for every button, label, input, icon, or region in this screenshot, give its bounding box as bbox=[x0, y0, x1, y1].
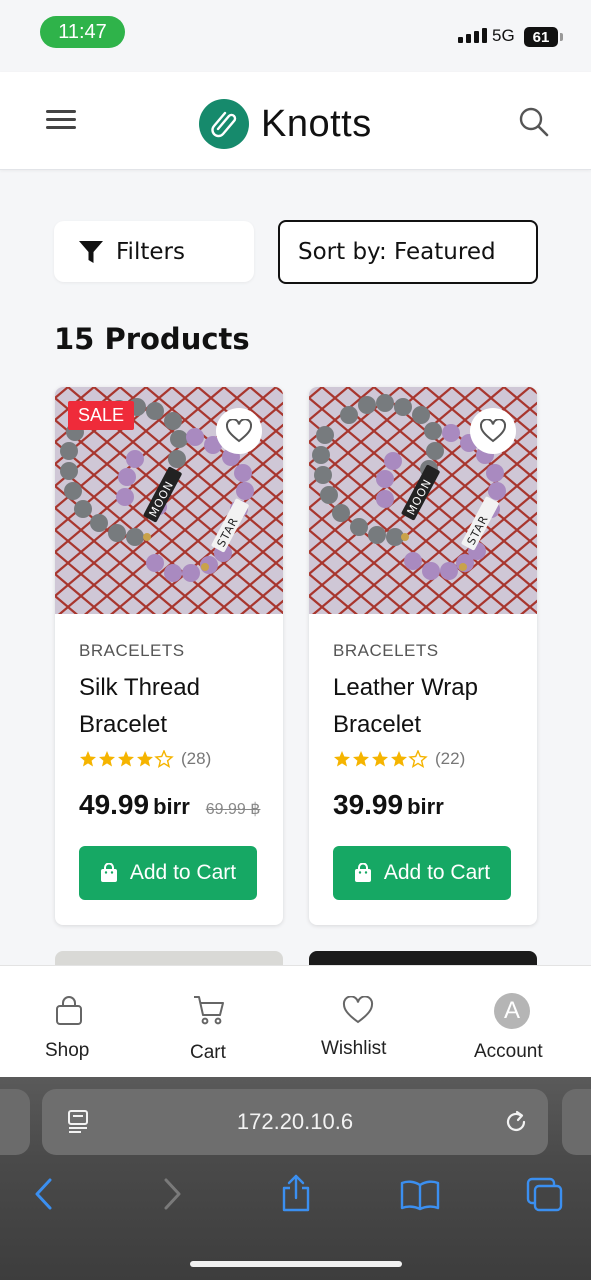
back-arrow-icon[interactable] bbox=[32, 1177, 56, 1211]
nav-wishlist[interactable]: Wishlist bbox=[314, 966, 402, 1078]
star-rating-icon bbox=[79, 750, 174, 768]
product-name[interactable]: Leather Wrap Bracelet bbox=[333, 669, 523, 743]
filters-button[interactable]: Filters bbox=[54, 221, 254, 282]
product-category: BRACELETS bbox=[79, 641, 185, 660]
forward-arrow-icon[interactable] bbox=[160, 1177, 184, 1211]
home-indicator[interactable] bbox=[190, 1261, 402, 1267]
bookmarks-book-icon[interactable] bbox=[400, 1179, 440, 1211]
hamburger-menu-icon[interactable] bbox=[46, 110, 76, 132]
product-count: 15 Products bbox=[54, 322, 250, 356]
tabs-overview-icon[interactable] bbox=[526, 1177, 564, 1213]
bag-icon bbox=[56, 996, 82, 1025]
nav-account-label: Account bbox=[474, 1041, 543, 1062]
nav-wishlist-label: Wishlist bbox=[321, 1038, 387, 1059]
filters-label: Filters bbox=[116, 238, 185, 265]
product-price: 49.99 birr 69.99 ฿ bbox=[79, 789, 260, 821]
filter-funnel-icon bbox=[79, 240, 103, 263]
status-time: 11:47 bbox=[40, 16, 125, 48]
site-header: Knotts bbox=[0, 72, 591, 170]
product-category: BRACELETS bbox=[333, 641, 439, 660]
heart-icon bbox=[226, 419, 252, 443]
original-price: 69.99 ฿ bbox=[205, 801, 261, 818]
star-rating-icon bbox=[333, 750, 428, 768]
heart-icon bbox=[342, 996, 374, 1024]
add-to-cart-button[interactable]: Add to Cart bbox=[79, 846, 257, 900]
price-currency: birr bbox=[407, 794, 444, 819]
avatar: A bbox=[494, 993, 530, 1029]
nav-shop[interactable]: Shop bbox=[30, 966, 108, 1078]
cellular-signal-icon bbox=[458, 28, 487, 43]
network-type: 5G bbox=[492, 26, 515, 45]
browser-chrome: 172.20.10.6 bbox=[0, 1077, 591, 1280]
brand-name: Knotts bbox=[261, 102, 372, 145]
nav-cart[interactable]: Cart bbox=[176, 966, 242, 1078]
cart-icon bbox=[194, 996, 224, 1025]
reload-icon[interactable] bbox=[502, 1108, 530, 1136]
share-icon[interactable] bbox=[280, 1173, 312, 1213]
battery-indicator: 61 bbox=[524, 27, 563, 47]
nav-shop-label: Shop bbox=[45, 1040, 90, 1061]
previous-tab-preview[interactable] bbox=[0, 1089, 30, 1155]
wishlist-heart-button[interactable] bbox=[470, 408, 516, 454]
search-icon[interactable] bbox=[518, 106, 550, 142]
wishlist-heart-button[interactable] bbox=[216, 408, 262, 454]
next-tab-preview[interactable] bbox=[562, 1089, 591, 1155]
review-count: (28) bbox=[181, 749, 212, 768]
url-text: 172.20.10.6 bbox=[236, 1109, 354, 1134]
status-bar: 11:47 5G 61 bbox=[0, 0, 591, 72]
add-to-cart-button[interactable]: Add to Cart bbox=[333, 846, 511, 900]
product-card[interactable]: MOON STAR BRACELETS Leather Wrap Bracele… bbox=[309, 387, 537, 925]
paperclip-logo-icon bbox=[199, 99, 249, 149]
nav-cart-label: Cart bbox=[190, 1042, 226, 1063]
price-amount: 39.99 bbox=[333, 789, 404, 820]
product-rating: (28) bbox=[79, 749, 211, 769]
price-currency: birr bbox=[153, 794, 190, 819]
product-rating: (22) bbox=[333, 749, 465, 769]
heart-icon bbox=[480, 419, 506, 443]
brand-logo[interactable]: Knotts bbox=[199, 99, 372, 149]
reader-page-menu-icon[interactable] bbox=[66, 1109, 92, 1135]
nav-account[interactable]: A Account bbox=[468, 966, 558, 1078]
sale-badge: SALE bbox=[68, 401, 135, 430]
add-to-cart-label: Add to Cart bbox=[129, 861, 237, 884]
address-bar[interactable]: 172.20.10.6 bbox=[42, 1089, 548, 1155]
product-name[interactable]: Silk Thread Bracelet bbox=[79, 669, 269, 743]
product-card[interactable]: MOON STAR SALE BRACELETS Silk Thread Bra… bbox=[55, 387, 283, 925]
bottom-navigation: Shop Cart Wishlist A Account bbox=[0, 965, 591, 1077]
add-to-cart-label: Add to Cart bbox=[383, 861, 491, 884]
shopping-bag-icon bbox=[354, 863, 371, 882]
shopping-bag-icon bbox=[100, 863, 117, 882]
price-amount: 49.99 bbox=[79, 789, 150, 820]
sort-select[interactable]: Sort by: Featured bbox=[278, 220, 538, 284]
product-price: 39.99 birr bbox=[333, 789, 444, 821]
review-count: (22) bbox=[435, 749, 466, 768]
